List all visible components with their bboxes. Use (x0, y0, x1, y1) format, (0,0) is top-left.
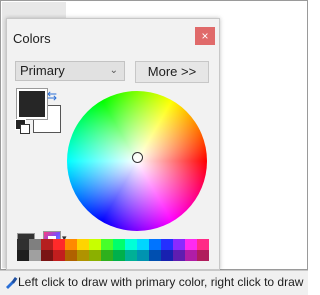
palette-swatch[interactable] (197, 239, 209, 250)
palette-row-2 (17, 250, 209, 261)
palette-swatch[interactable] (137, 250, 149, 261)
palette-swatch[interactable] (77, 250, 89, 261)
palette-swatch[interactable] (185, 239, 197, 250)
primary-color-swatch[interactable] (16, 88, 48, 120)
palette-swatch[interactable] (89, 239, 101, 250)
palette-swatch[interactable] (125, 239, 137, 250)
panel-title: Colors (13, 31, 51, 46)
colors-panel: Colors × Primary ⌄ More >> ⇆ ▾ (6, 18, 220, 270)
palette-swatch[interactable] (149, 250, 161, 261)
reset-colors-icon[interactable] (15, 119, 30, 134)
palette-swatch[interactable] (101, 239, 113, 250)
close-button[interactable]: × (195, 27, 215, 45)
color-wheel-cursor[interactable] (132, 152, 143, 163)
chevron-down-icon: ⌄ (109, 65, 118, 76)
palette-swatch[interactable] (53, 239, 65, 250)
palette-swatch[interactable] (101, 250, 113, 261)
palette-row-1 (17, 239, 209, 250)
swap-arrows-icon[interactable]: ⇆ (47, 89, 57, 103)
palette-swatch[interactable] (161, 250, 173, 261)
palette-swatch[interactable] (41, 239, 53, 250)
palette-swatch[interactable] (17, 250, 29, 261)
palette-swatch[interactable] (197, 250, 209, 261)
palette-swatch[interactable] (41, 250, 53, 261)
status-bar: Left click to draw with primary color, r… (0, 270, 308, 295)
palette-swatch[interactable] (29, 250, 41, 261)
palette-swatch[interactable] (125, 250, 137, 261)
palette-swatch[interactable] (173, 250, 185, 261)
palette-swatch[interactable] (149, 239, 161, 250)
palette-swatch[interactable] (137, 239, 149, 250)
palette-swatch[interactable] (161, 239, 173, 250)
palette-swatch[interactable] (77, 239, 89, 250)
palette-swatch[interactable] (113, 239, 125, 250)
palette-swatch[interactable] (89, 250, 101, 261)
palette-swatch[interactable] (173, 239, 185, 250)
palette-swatch[interactable] (185, 250, 197, 261)
palette-swatch[interactable] (29, 239, 41, 250)
color-mode-select[interactable]: Primary ⌄ (15, 61, 125, 81)
palette-swatch[interactable] (53, 250, 65, 261)
palette-swatch[interactable] (65, 250, 77, 261)
palette-swatch[interactable] (65, 239, 77, 250)
palette-swatch[interactable] (113, 250, 125, 261)
paintbrush-icon (6, 276, 18, 289)
more-button[interactable]: More >> (135, 61, 209, 83)
color-mode-value: Primary (20, 63, 65, 78)
palette-swatch[interactable] (17, 239, 29, 250)
status-text: Left click to draw with primary color, r… (18, 275, 304, 289)
